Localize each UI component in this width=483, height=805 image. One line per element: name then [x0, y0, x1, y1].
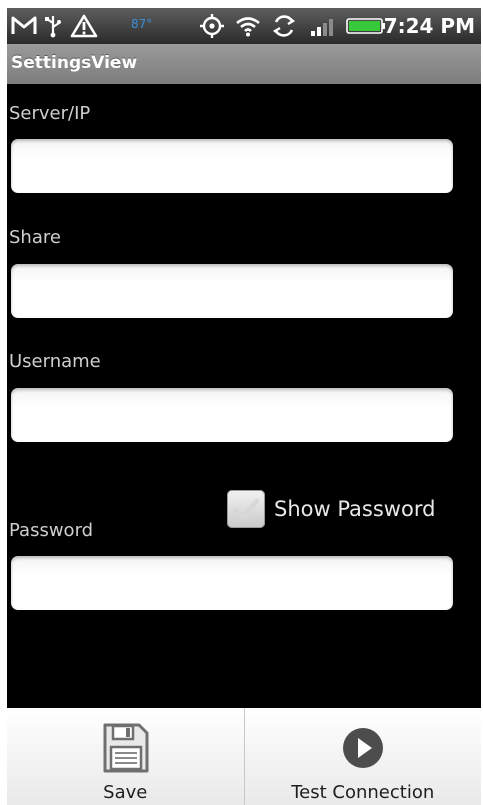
show-password-checkbox[interactable]: [227, 490, 265, 528]
wifi-icon: [235, 14, 261, 38]
test-connection-button[interactable]: Test Connection: [243, 708, 482, 805]
phone-screen: 87° 7:24 PM SettingsView Server/IP Share…: [7, 8, 481, 805]
temperature-readout: 87°: [131, 17, 153, 31]
show-password-toggle[interactable]: Show Password: [227, 488, 435, 530]
play-icon: [341, 722, 385, 774]
share-label: Share: [9, 227, 61, 248]
warning-icon: [70, 14, 98, 38]
checkmark-icon: [233, 498, 260, 520]
password-input[interactable]: [11, 556, 453, 610]
server-input[interactable]: [11, 139, 453, 193]
password-label: Password: [9, 520, 94, 541]
title-bar: SettingsView: [7, 44, 481, 84]
share-input[interactable]: [11, 264, 453, 318]
save-label: Save: [103, 782, 148, 803]
username-label: Username: [9, 351, 101, 372]
window-title: SettingsView: [11, 53, 138, 73]
test-connection-label: Test Connection: [291, 782, 435, 803]
gmail-icon: [11, 14, 37, 38]
bottom-action-bar: Save Test Connection: [7, 708, 481, 805]
gps-icon: [199, 14, 225, 38]
server-label: Server/IP: [9, 103, 91, 124]
battery-icon: [346, 14, 386, 38]
clock: 7:24 PM: [383, 14, 475, 38]
status-bar: 87° 7:24 PM: [7, 8, 481, 44]
signal-icon: [309, 14, 339, 38]
save-button[interactable]: Save: [7, 708, 244, 805]
save-icon: [99, 722, 151, 774]
usb-icon: [41, 14, 65, 38]
show-password-label: Show Password: [274, 497, 436, 521]
sync-icon: [271, 14, 297, 38]
username-input[interactable]: [11, 388, 453, 442]
